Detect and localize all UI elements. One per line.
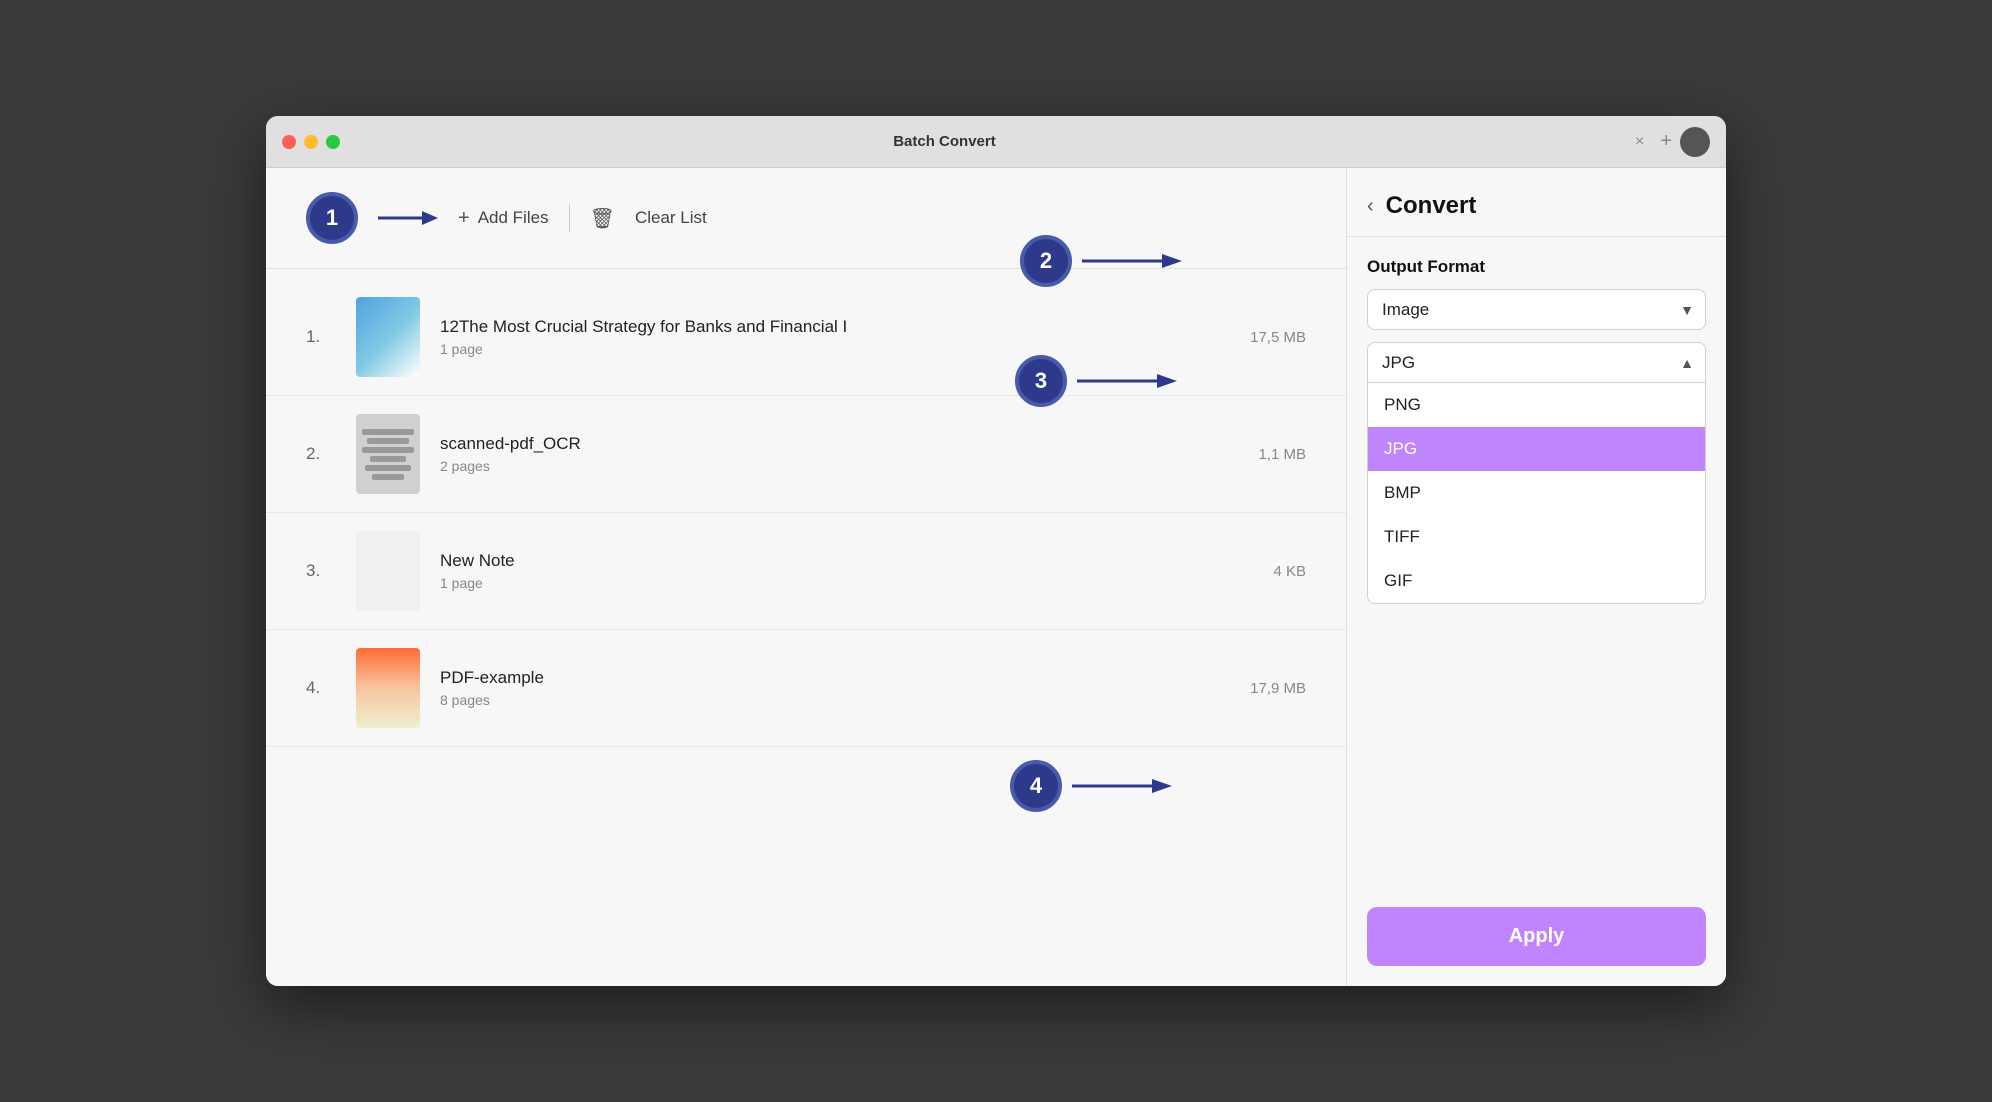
- format-option-gif[interactable]: GIF: [1368, 559, 1705, 603]
- add-files-button[interactable]: + Add Files: [458, 207, 549, 230]
- app-window: Batch Convert × + 1 + Add Files 🗑: [266, 116, 1726, 986]
- format-dropdown-list: PNG JPG BMP TIFF GIF: [1367, 383, 1706, 604]
- file-number: 1.: [306, 327, 336, 347]
- file-thumbnail: [356, 297, 420, 377]
- file-item: 4. PDF-example 8 pages 17,9 MB: [266, 630, 1346, 747]
- toolbar: 1 + Add Files 🗑 Clear List: [266, 168, 1346, 269]
- format-option-tiff[interactable]: TIFF: [1368, 515, 1705, 559]
- user-avatar: [1680, 127, 1710, 157]
- file-info: 12The Most Crucial Strategy for Banks an…: [440, 317, 1230, 357]
- file-thumbnail: [356, 648, 420, 728]
- file-size: 17,9 MB: [1250, 680, 1306, 697]
- panel-header: ‹ Convert: [1347, 168, 1726, 237]
- file-name: 12The Most Crucial Strategy for Banks an…: [440, 317, 1230, 337]
- trash-icon: 🗑: [590, 206, 615, 231]
- output-format-select[interactable]: Image PDF Word Excel: [1367, 289, 1706, 330]
- titlebar: Batch Convert × +: [266, 116, 1726, 168]
- file-thumbnail: [356, 414, 420, 494]
- tab-close-button[interactable]: ×: [1635, 133, 1644, 151]
- format-option-png[interactable]: PNG: [1368, 383, 1705, 427]
- file-info: New Note 1 page: [440, 551, 1253, 591]
- subformat-wrapper: PNG JPG BMP TIFF GIF ▲ PNG JPG BMP TIFF: [1367, 342, 1706, 604]
- file-pages: 1 page: [440, 575, 1253, 591]
- plus-icon: +: [458, 207, 470, 230]
- main-content: 1 + Add Files 🗑 Clear List: [266, 168, 1726, 986]
- file-size: 4 KB: [1273, 563, 1306, 580]
- file-item: 3. New Note 1 page 4 KB: [266, 513, 1346, 630]
- annotation-1: 1: [306, 192, 358, 244]
- file-name: PDF-example: [440, 668, 1230, 688]
- arrow-1-icon: [378, 203, 438, 233]
- file-info: PDF-example 8 pages: [440, 668, 1230, 708]
- file-number: 4.: [306, 678, 336, 698]
- panel-body: Output Format Image PDF Word Excel ▼: [1347, 237, 1726, 887]
- format-option-bmp[interactable]: BMP: [1368, 471, 1705, 515]
- file-number: 2.: [306, 444, 336, 464]
- new-tab-button[interactable]: +: [1660, 130, 1672, 153]
- file-number: 3.: [306, 561, 336, 581]
- file-info: scanned-pdf_OCR 2 pages: [440, 434, 1238, 474]
- file-list: 1. 12The Most Crucial Strategy for Banks…: [266, 269, 1346, 757]
- back-button[interactable]: ‹: [1367, 195, 1374, 218]
- clear-list-button[interactable]: Clear List: [635, 208, 707, 228]
- file-pages: 2 pages: [440, 458, 1238, 474]
- file-item: 2. scanned-pdf_OCR 2 pages 1,1 MB: [266, 396, 1346, 513]
- right-panel: ‹ Convert Output Format Image PDF Word E…: [1346, 168, 1726, 986]
- file-thumbnail: [356, 531, 420, 611]
- output-format-label: Output Format: [1367, 257, 1706, 277]
- file-item: 1. 12The Most Crucial Strategy for Banks…: [266, 279, 1346, 396]
- file-pages: 8 pages: [440, 692, 1230, 708]
- panel-title: Convert: [1386, 192, 1477, 220]
- apply-button[interactable]: Apply: [1367, 907, 1706, 966]
- toolbar-divider: [569, 204, 570, 232]
- file-size: 1,1 MB: [1258, 446, 1306, 463]
- file-panel: 1 + Add Files 🗑 Clear List: [266, 168, 1346, 986]
- window-title: Batch Convert: [268, 133, 1621, 150]
- format-option-jpg[interactable]: JPG: [1368, 427, 1705, 471]
- file-pages: 1 page: [440, 341, 1230, 357]
- subformat-select[interactable]: PNG JPG BMP TIFF GIF: [1367, 342, 1706, 383]
- file-name: New Note: [440, 551, 1253, 571]
- file-name: scanned-pdf_OCR: [440, 434, 1238, 454]
- file-size: 17,5 MB: [1250, 329, 1306, 346]
